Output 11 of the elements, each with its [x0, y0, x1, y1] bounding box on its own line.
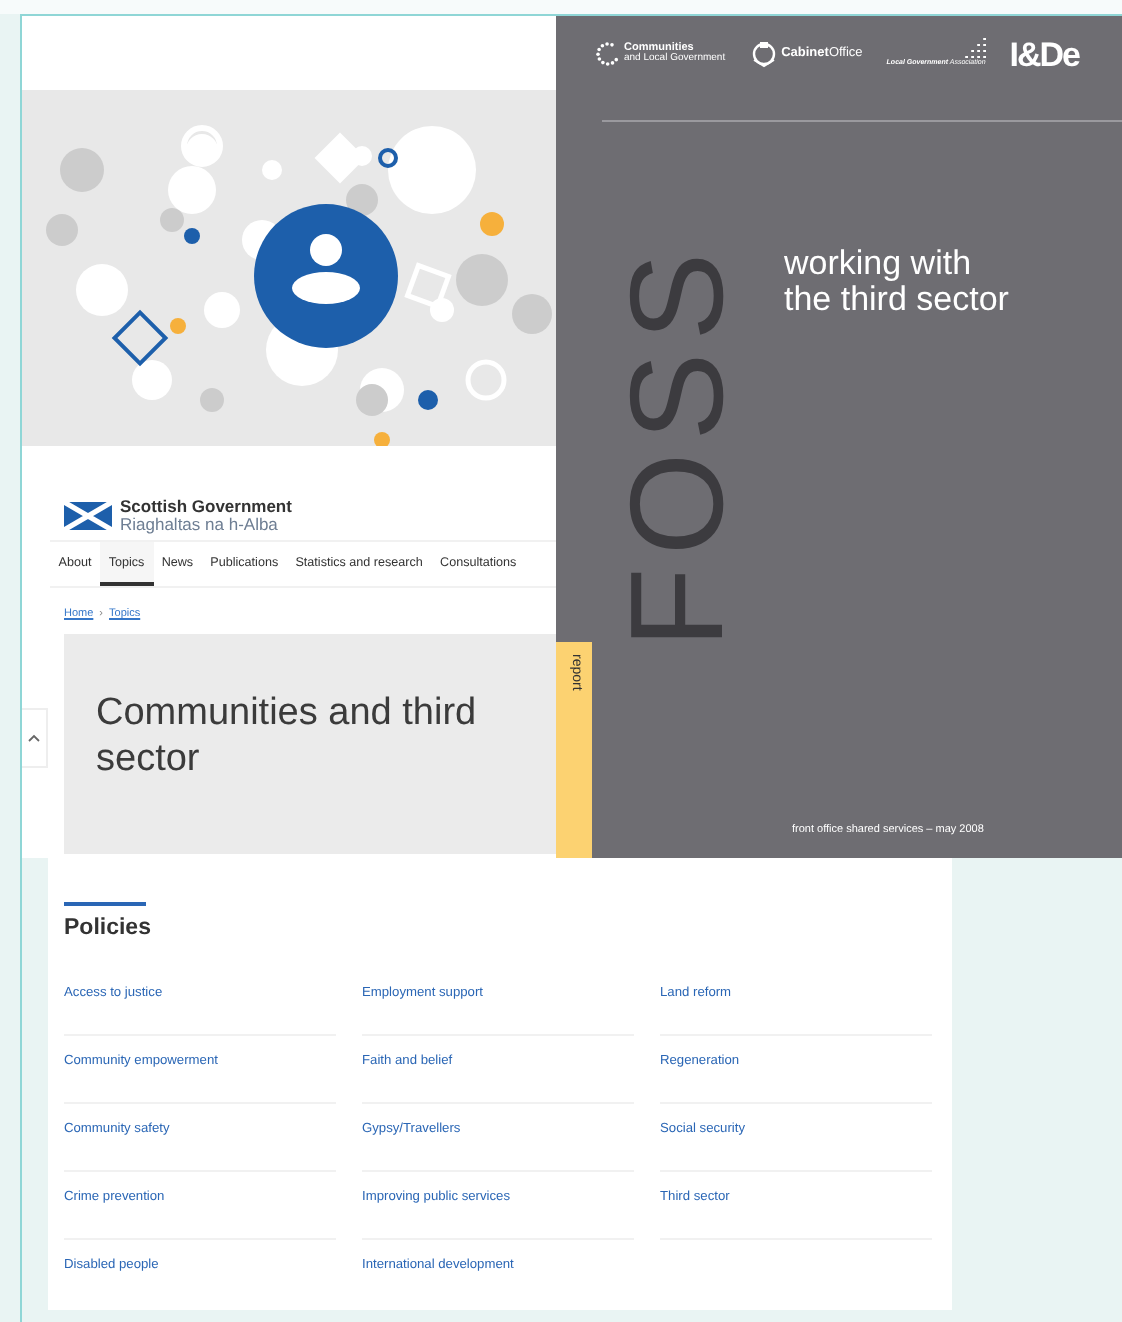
page-title: Communities and third sector [96, 689, 479, 785]
collapse-toggle[interactable] [22, 708, 48, 768]
site-name: Scottish Government [120, 498, 292, 515]
dotted-ring-icon [596, 42, 620, 66]
chevron-up-icon [28, 734, 40, 742]
site-name-gaelic: Riaghaltas na h-Alba [120, 515, 280, 532]
cover-subtitle: working with the third sector [784, 242, 1009, 322]
section-heading: Policies [64, 916, 153, 944]
saltire-flag-icon [64, 501, 112, 529]
crest-icon [749, 40, 778, 68]
logo-text: I&De [1009, 37, 1080, 71]
